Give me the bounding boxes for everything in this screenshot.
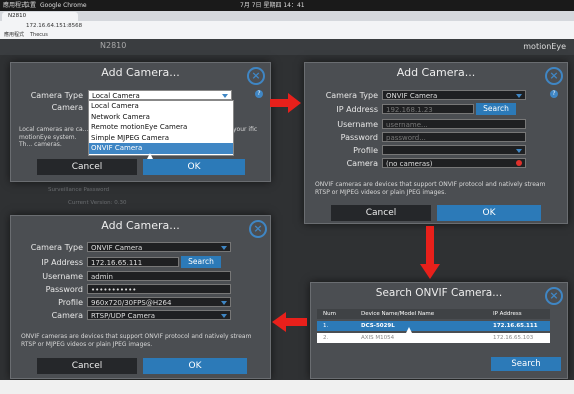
row-device-name: DCS-5029L — [361, 323, 395, 329]
url-text[interactable]: 172.16.64.151:8568 — [26, 21, 82, 31]
screenshot: 應用程式 位置 Google Chrome 7月 7日 星期四 14：41 N2… — [0, 0, 574, 394]
camera-type-label: Camera Type — [30, 243, 83, 252]
error-icon — [516, 160, 522, 166]
row-num: 1. — [323, 323, 329, 329]
camera-label: Camera — [51, 311, 83, 320]
dialog-title: Add Camera... — [396, 66, 476, 79]
bg-surveillance-password: Surveillance Password — [48, 187, 110, 193]
camera-label: Camera — [51, 103, 83, 112]
password-label: Password — [45, 285, 83, 294]
profile-label: Profile — [353, 146, 378, 155]
arrow-right-icon — [270, 93, 301, 113]
camera-type-select[interactable]: ONVIF Camera — [87, 242, 231, 252]
option-simple-mjpeg-camera[interactable]: Simple MJPEG Camera — [89, 133, 233, 144]
cancel-button[interactable]: Cancel — [37, 358, 137, 374]
password-input[interactable]: ••••••••••• — [87, 284, 231, 294]
column-header-ip: IP Address — [493, 311, 522, 317]
option-network-camera[interactable]: Network Camera — [89, 112, 233, 123]
search-button[interactable]: Search — [491, 357, 561, 371]
camera-type-dropdown: Local Camera Network Camera Remote motio… — [88, 100, 234, 156]
search-onvif-dialog: Search ONVIF Camera... × Num Device Name… — [310, 282, 568, 379]
camera-select[interactable]: (no cameras) — [382, 158, 526, 168]
ok-button[interactable]: OK — [143, 358, 247, 374]
table-row[interactable]: 2. AXIS M1054 172.16.65.103 — [317, 333, 550, 343]
username-label: Username — [337, 120, 378, 129]
ok-button[interactable]: OK — [143, 159, 245, 175]
search-button[interactable]: Search — [476, 103, 516, 115]
os-top-bar: 應用程式 位置 Google Chrome 7月 7日 星期四 14：41 — [0, 0, 574, 11]
status-bar — [0, 380, 574, 394]
bookmark-thecus[interactable]: Thecus — [30, 31, 48, 39]
camera-type-label: Camera Type — [30, 91, 83, 100]
add-camera-dialog-3: Add Camera... × Camera Type ONVIF Camera… — [10, 215, 271, 379]
password-label: Password — [340, 133, 378, 142]
add-camera-dialog-1: Add Camera... × Camera Type Local Camera… — [10, 62, 271, 182]
device-name: N2810 — [100, 41, 127, 50]
dialog-title: Add Camera... — [101, 66, 180, 79]
cancel-button[interactable]: Cancel — [37, 159, 137, 175]
local-camera-note-tail: your ific — [233, 126, 258, 133]
search-button[interactable]: Search — [181, 256, 221, 268]
username-input[interactable]: username... — [382, 119, 526, 129]
close-icon[interactable]: × — [249, 220, 267, 238]
close-icon[interactable]: × — [545, 67, 563, 85]
browser-tab-strip: N2810 — [0, 11, 574, 21]
browser-tab[interactable]: N2810 — [2, 12, 78, 21]
dialog-title: Add Camera... — [101, 219, 180, 232]
table-header: Num Device Name/Model Name IP Address — [317, 309, 550, 319]
arrow-left-icon — [272, 312, 307, 332]
bookmark-apps[interactable]: 應用程式 — [4, 31, 24, 39]
profile-label: Profile — [58, 298, 83, 307]
camera-select[interactable]: RTSP/UDP Camera — [87, 310, 231, 320]
ip-address-label: IP Address — [41, 258, 83, 267]
brand-logo: motionEye — [523, 42, 566, 51]
camera-type-select[interactable]: ONVIF Camera — [382, 90, 526, 100]
username-label: Username — [42, 272, 83, 281]
row-ip: 172.16.65.111 — [493, 323, 538, 329]
ip-address-label: IP Address — [336, 105, 378, 114]
os-clock: 7月 7日 星期四 14：41 — [240, 2, 305, 9]
ip-address-input[interactable]: 192.168.1.23 — [382, 104, 474, 114]
arrow-down-icon — [420, 226, 440, 279]
onvif-note: ONVIF cameras are devices that support O… — [21, 333, 252, 348]
onvif-note: ONVIF cameras are devices that support O… — [315, 181, 546, 196]
row-device-name: AXIS M1054 — [361, 335, 395, 341]
profile-select[interactable] — [382, 145, 526, 155]
cancel-button[interactable]: Cancel — [331, 205, 431, 221]
option-remote-motioneye-camera[interactable]: Remote motionEye Camera — [89, 122, 233, 133]
username-input[interactable]: admin — [87, 271, 231, 281]
camera-label: Camera — [346, 159, 378, 168]
camera-type-label: Camera Type — [325, 91, 378, 100]
bg-current-version: Current Version: 0.30 — [68, 200, 127, 206]
row-ip: 172.16.65.103 — [493, 335, 534, 341]
app-header: N2810 motionEye — [0, 39, 574, 55]
row-num: 2. — [323, 335, 329, 341]
local-camera-note: Local cameras are ca... motionEye system… — [19, 126, 89, 148]
dialog-title: Search ONVIF Camera... — [375, 287, 503, 299]
profile-select[interactable]: 960x720/30FPS@H264 — [87, 297, 231, 307]
close-icon[interactable]: × — [545, 287, 563, 305]
option-onvif-camera[interactable]: ONVIF Camera — [89, 143, 233, 154]
ip-address-input[interactable]: 172.16.65.111 — [87, 257, 179, 267]
column-header-name: Device Name/Model Name — [361, 311, 435, 317]
ok-button[interactable]: OK — [437, 205, 541, 221]
password-input[interactable]: password... — [382, 132, 526, 142]
option-local-camera[interactable]: Local Camera — [89, 101, 233, 112]
address-bar[interactable]: 172.16.64.151:8568 — [0, 21, 574, 31]
help-icon[interactable]: ? — [255, 90, 263, 98]
camera-type-select[interactable]: Local Camera — [88, 90, 232, 100]
help-icon[interactable]: ? — [550, 90, 558, 98]
column-header-num: Num — [323, 311, 336, 317]
os-places-menu[interactable]: 位置 — [24, 0, 36, 11]
table-row[interactable]: 1. DCS-5029L 172.16.65.111 — [317, 321, 550, 331]
add-camera-dialog-2: Add Camera... × Camera Type ONVIF Camera… — [304, 62, 568, 224]
os-browser-menu[interactable]: Google Chrome — [40, 0, 87, 11]
close-icon[interactable]: × — [247, 67, 265, 85]
